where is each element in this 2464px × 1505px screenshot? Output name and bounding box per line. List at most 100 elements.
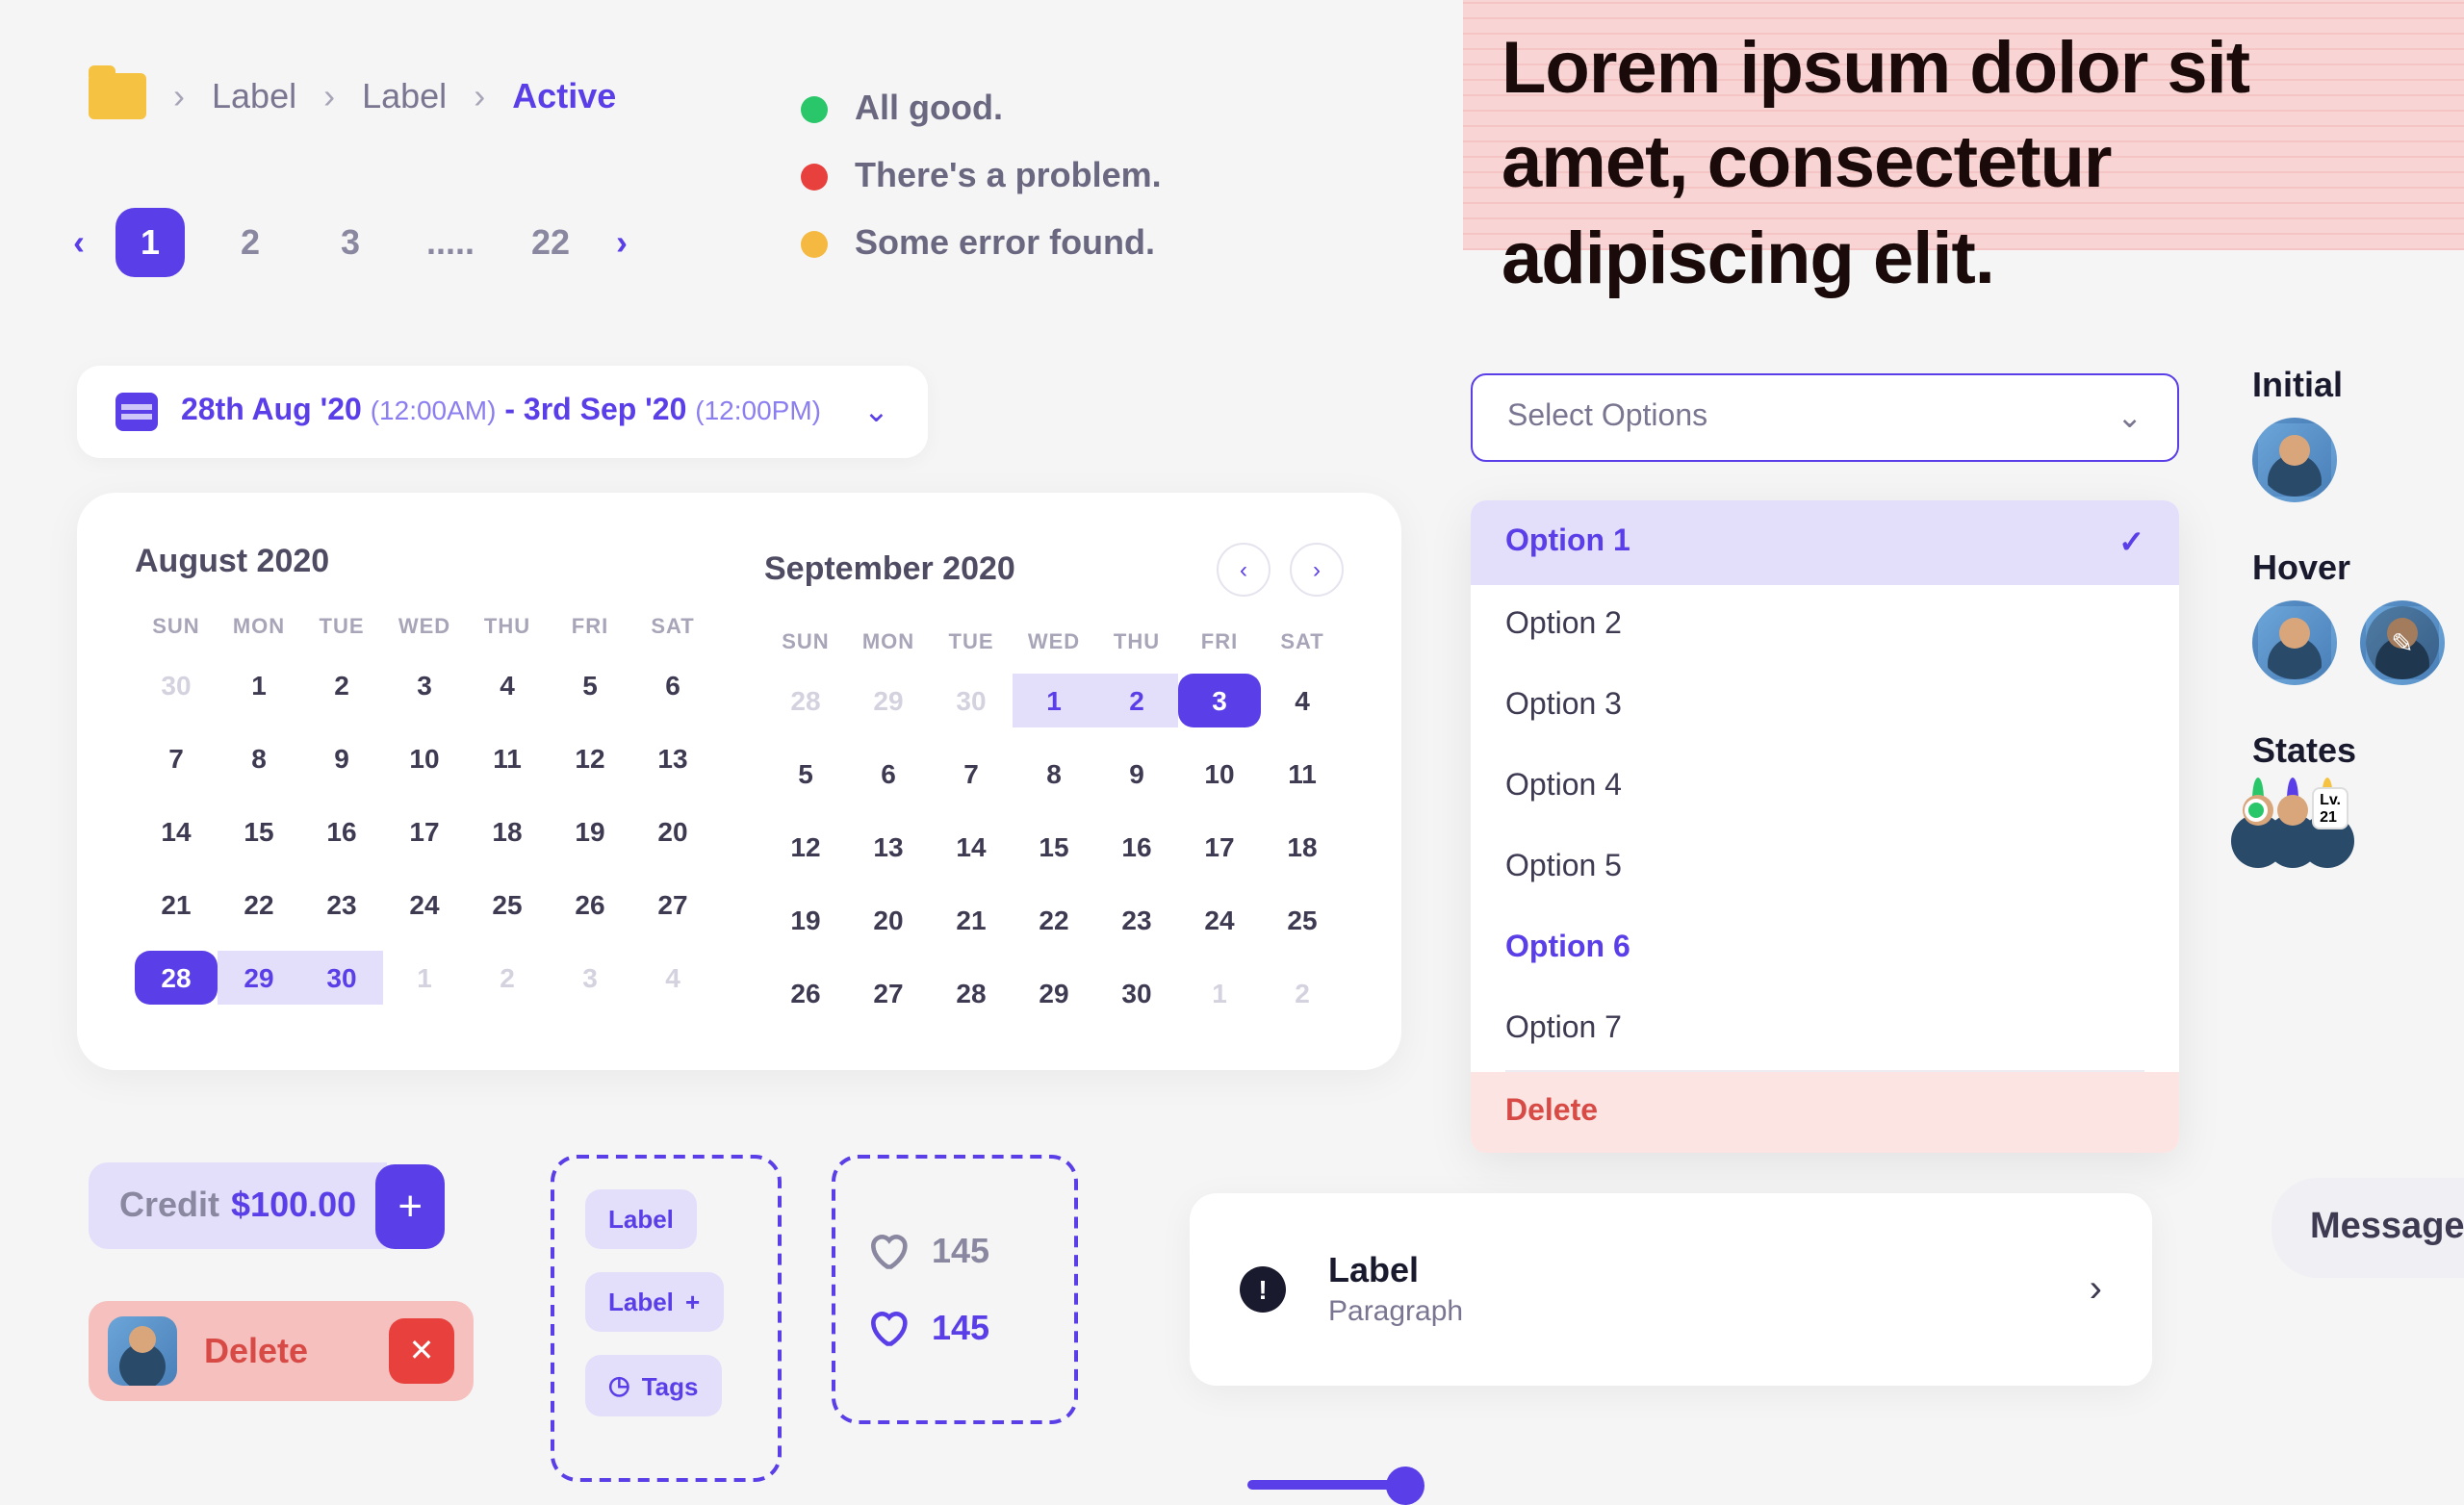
calendar-day[interactable]: 29	[218, 951, 300, 1005]
like-row[interactable]: 145	[866, 1230, 1043, 1272]
calendar-day[interactable]: 7	[930, 747, 1013, 801]
slider[interactable]	[1247, 1474, 2094, 1493]
avatar[interactable]	[2252, 600, 2337, 685]
calendar-day[interactable]: 7	[135, 731, 218, 785]
calendar-day[interactable]: 16	[300, 804, 383, 858]
select-option[interactable]: Option 1✓	[1471, 500, 2179, 585]
calendar-day[interactable]: 5	[764, 747, 847, 801]
calendar-day[interactable]: 8	[218, 731, 300, 785]
delete-button[interactable]: ✕	[389, 1318, 454, 1384]
calendar-day[interactable]: 1	[1178, 966, 1261, 1020]
calendar-day[interactable]: 23	[300, 878, 383, 931]
calendar-day[interactable]: 6	[847, 747, 930, 801]
calendar-day[interactable]: 14	[930, 820, 1013, 874]
calendar-day[interactable]: 19	[764, 893, 847, 947]
page-prev-button[interactable]: ‹	[73, 222, 85, 263]
calendar-day[interactable]: 30	[300, 951, 383, 1005]
calendar-day[interactable]: 4	[631, 951, 714, 1005]
add-credit-button[interactable]: +	[375, 1163, 445, 1248]
calendar-day[interactable]: 11	[1261, 747, 1344, 801]
page-button[interactable]: 3	[316, 208, 385, 277]
calendar-day[interactable]: 15	[218, 804, 300, 858]
select-option[interactable]: Option 4	[1471, 747, 2179, 828]
select-option[interactable]: Option 3	[1471, 666, 2179, 747]
calendar-day[interactable]: 21	[135, 878, 218, 931]
calendar-day[interactable]: 13	[847, 820, 930, 874]
select-option[interactable]: Option 5	[1471, 828, 2179, 908]
tag-chip[interactable]: ◷Tags	[585, 1355, 721, 1416]
calendar-day[interactable]: 30	[1095, 966, 1178, 1020]
calendar-day[interactable]: 8	[1013, 747, 1095, 801]
select-option[interactable]: Option 7	[1471, 989, 2179, 1070]
calendar-day[interactable]: 28	[930, 966, 1013, 1020]
calendar-day[interactable]: 25	[1261, 893, 1344, 947]
calendar-day[interactable]: 17	[383, 804, 466, 858]
calendar-day[interactable]: 16	[1095, 820, 1178, 874]
calendar-day[interactable]: 27	[847, 966, 930, 1020]
select-input[interactable]: Select Options ⌄	[1471, 373, 2179, 462]
calendar-day[interactable]: 9	[300, 731, 383, 785]
avatar-edit[interactable]	[2360, 600, 2445, 685]
page-button[interactable]: 1	[116, 208, 185, 277]
calendar-day[interactable]: 22	[218, 878, 300, 931]
calendar-day[interactable]: 22	[1013, 893, 1095, 947]
tag-chip[interactable]: Label	[585, 1189, 697, 1249]
calendar-day[interactable]: 29	[1013, 966, 1095, 1020]
calendar-day[interactable]: 26	[549, 878, 631, 931]
page-next-button[interactable]: ›	[616, 222, 628, 263]
calendar-day[interactable]: 6	[631, 658, 714, 712]
calendar-day[interactable]: 14	[135, 804, 218, 858]
calendar-day[interactable]: 30	[135, 658, 218, 712]
cal-next-button[interactable]: ›	[1290, 543, 1344, 597]
calendar-day[interactable]: 9	[1095, 747, 1178, 801]
select-delete-option[interactable]: Delete	[1471, 1072, 2179, 1153]
page-button[interactable]: 22	[516, 208, 585, 277]
slider-thumb[interactable]	[1386, 1467, 1424, 1505]
breadcrumb-item[interactable]: Label	[212, 76, 296, 116]
calendar-day[interactable]: 29	[847, 674, 930, 727]
calendar-day[interactable]: 5	[549, 658, 631, 712]
list-card[interactable]: ! Label Paragraph ›	[1190, 1193, 2152, 1386]
calendar-day[interactable]: 13	[631, 731, 714, 785]
calendar-day[interactable]: 24	[1178, 893, 1261, 947]
breadcrumb-active[interactable]: Active	[512, 76, 616, 116]
calendar-day[interactable]: 18	[1261, 820, 1344, 874]
calendar-day[interactable]: 1	[1013, 674, 1095, 727]
calendar-day[interactable]: 25	[466, 878, 549, 931]
calendar-day[interactable]: 2	[300, 658, 383, 712]
calendar-day[interactable]: 3	[1178, 674, 1261, 727]
calendar-day[interactable]: 12	[764, 820, 847, 874]
page-button[interactable]: 2	[216, 208, 285, 277]
like-row[interactable]: 145	[866, 1307, 1043, 1349]
calendar-day[interactable]: 20	[631, 804, 714, 858]
calendar-day[interactable]: 27	[631, 878, 714, 931]
calendar-day[interactable]: 15	[1013, 820, 1095, 874]
calendar-day[interactable]: 1	[383, 951, 466, 1005]
calendar-day[interactable]: 2	[1095, 674, 1178, 727]
calendar-day[interactable]: 18	[466, 804, 549, 858]
messages-pill[interactable]: Messages 2	[2272, 1178, 2464, 1278]
calendar-day[interactable]: 2	[466, 951, 549, 1005]
calendar-day[interactable]: 17	[1178, 820, 1261, 874]
select-option[interactable]: Option 6	[1471, 908, 2179, 989]
date-range-picker[interactable]: 28th Aug '20 (12:00AM) - 3rd Sep '20 (12…	[77, 366, 928, 458]
calendar-day[interactable]: 28	[135, 951, 218, 1005]
calendar-day[interactable]: 11	[466, 731, 549, 785]
calendar-day[interactable]: 1	[218, 658, 300, 712]
avatar[interactable]	[2252, 418, 2337, 502]
calendar-day[interactable]: 2	[1261, 966, 1344, 1020]
calendar-day[interactable]: 30	[930, 674, 1013, 727]
calendar-day[interactable]: 10	[383, 731, 466, 785]
calendar-day[interactable]: 26	[764, 966, 847, 1020]
calendar-day[interactable]: 23	[1095, 893, 1178, 947]
calendar-day[interactable]: 12	[549, 731, 631, 785]
calendar-day[interactable]: 20	[847, 893, 930, 947]
calendar-day[interactable]: 10	[1178, 747, 1261, 801]
calendar-day[interactable]: 4	[1261, 674, 1344, 727]
calendar-day[interactable]: 28	[764, 674, 847, 727]
select-option[interactable]: Option 2	[1471, 585, 2179, 666]
calendar-day[interactable]: 3	[549, 951, 631, 1005]
calendar-day[interactable]: 3	[383, 658, 466, 712]
breadcrumb-item[interactable]: Label	[362, 76, 447, 116]
calendar-day[interactable]: 21	[930, 893, 1013, 947]
